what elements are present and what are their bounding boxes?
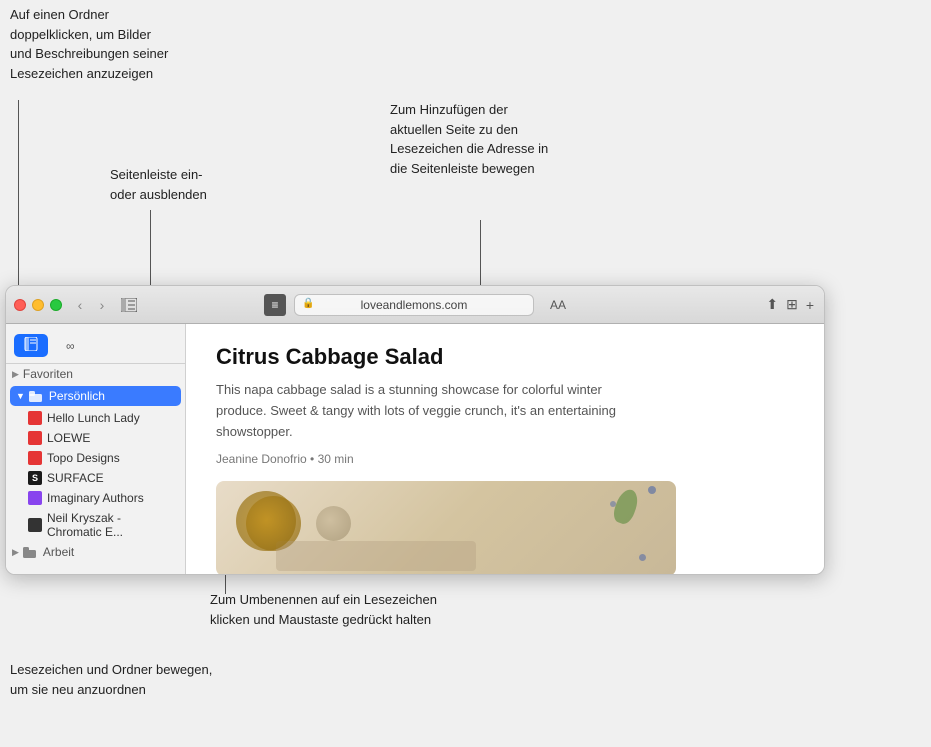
bookmark-label: Topo Designs <box>47 451 120 465</box>
browser-window: ‹ › 🔒 loveandlemons.com AA <box>5 285 825 575</box>
favicon-loewe <box>28 431 42 445</box>
bookmarks-sidebar: ∞ ▶ Favoriten ▼ Persönlich Hello Lunch L… <box>6 324 186 574</box>
traffic-lights <box>14 299 62 311</box>
line-addbar <box>480 220 481 288</box>
sidebar-group-favoriten[interactable]: ▶ Favoriten <box>6 364 185 384</box>
list-item[interactable]: Imaginary Authors <box>6 488 185 508</box>
browser-content: ∞ ▶ Favoriten ▼ Persönlich Hello Lunch L… <box>6 324 824 574</box>
list-item[interactable]: Topo Designs <box>6 448 185 468</box>
address-area: 🔒 loveandlemons.com AA <box>264 294 566 316</box>
article-meta: Jeanine Donofrio • 30 min <box>216 452 794 466</box>
favicon-topo <box>28 451 42 465</box>
chevron-favoriten: ▶ <box>12 369 19 380</box>
sidebar-tabs: ∞ <box>6 330 185 364</box>
bookmark-label: Neil Kryszak - Chromatic E... <box>47 511 179 539</box>
favicon-neil <box>28 518 42 532</box>
lock-icon: 🔒 <box>302 298 314 309</box>
annotation-add-bookmark: Zum Hinzufügen deraktuellen Seite zu den… <box>390 100 548 178</box>
bookmark-label: Imaginary Authors <box>47 491 144 505</box>
chevron-personlich: ▼ <box>16 391 25 401</box>
sidebar-group-label-personlich: Persönlich <box>49 389 105 403</box>
nav-buttons: ‹ › <box>70 295 112 315</box>
bookmarks-tab[interactable] <box>14 334 48 357</box>
annotation-folder-doubleclick: Auf einen Ordnerdoppelklicken, um Bilder… <box>10 5 168 83</box>
list-item[interactable]: LOEWE <box>6 428 185 448</box>
annotation-rename-bookmark: Zum Umbenennen auf ein Lesezeichenklicke… <box>210 590 437 629</box>
bookmark-label: Hello Lunch Lady <box>47 411 140 425</box>
reader-mode-icon[interactable] <box>264 294 286 316</box>
address-text: loveandlemons.com <box>361 298 468 312</box>
annotation-sidebar-toggle: Seitenleiste ein-oder ausblenden <box>110 165 207 204</box>
line-sidebar <box>150 210 151 288</box>
chevron-arbeit: ▶ <box>12 547 19 558</box>
list-item[interactable]: S SURFACE <box>6 468 185 488</box>
sidebar-toggle-button[interactable] <box>118 294 140 316</box>
favicon-imaginary <box>28 491 42 505</box>
sidebar-group-personlich[interactable]: ▼ Persönlich <box>10 386 181 406</box>
list-item[interactable]: Hello Lunch Lady <box>6 408 185 428</box>
web-content-area: Citrus Cabbage Salad This napa cabbage s… <box>186 324 824 574</box>
forward-button[interactable]: › <box>92 295 112 315</box>
close-button[interactable] <box>14 299 26 311</box>
toolbar-right: ⬆ ⊞ + <box>766 296 814 313</box>
new-tab-icon[interactable]: + <box>806 297 814 313</box>
share-icon[interactable]: ⬆ <box>766 296 778 313</box>
minimize-button[interactable] <box>32 299 44 311</box>
sidebar-group-label-favoriten: Favoriten <box>23 367 73 381</box>
reading-list-tab[interactable]: ∞ <box>56 336 85 356</box>
bookmark-label: LOEWE <box>47 431 90 445</box>
sidebar-group-arbeit[interactable]: ▶ Arbeit <box>6 542 185 562</box>
sidebar-group-label-arbeit: Arbeit <box>43 545 74 559</box>
aa-button[interactable]: AA <box>550 298 566 312</box>
article-image <box>216 481 676 574</box>
title-bar: ‹ › 🔒 loveandlemons.com AA <box>6 286 824 324</box>
article-description: This napa cabbage salad is a stunning sh… <box>216 380 636 442</box>
add-tab-icon[interactable]: ⊞ <box>786 296 798 313</box>
bookmark-label: SURFACE <box>47 471 104 485</box>
favicon-hello <box>28 411 42 425</box>
line-folder <box>18 100 19 290</box>
favicon-surface: S <box>28 471 42 485</box>
list-item[interactable]: Neil Kryszak - Chromatic E... <box>6 508 185 542</box>
article-title: Citrus Cabbage Salad <box>216 344 794 370</box>
fullscreen-button[interactable] <box>50 299 62 311</box>
back-button[interactable]: ‹ <box>70 295 90 315</box>
annotation-reorder: Lesezeichen und Ordner bewegen,um sie ne… <box>10 660 212 699</box>
address-bar[interactable]: 🔒 loveandlemons.com <box>294 294 534 316</box>
